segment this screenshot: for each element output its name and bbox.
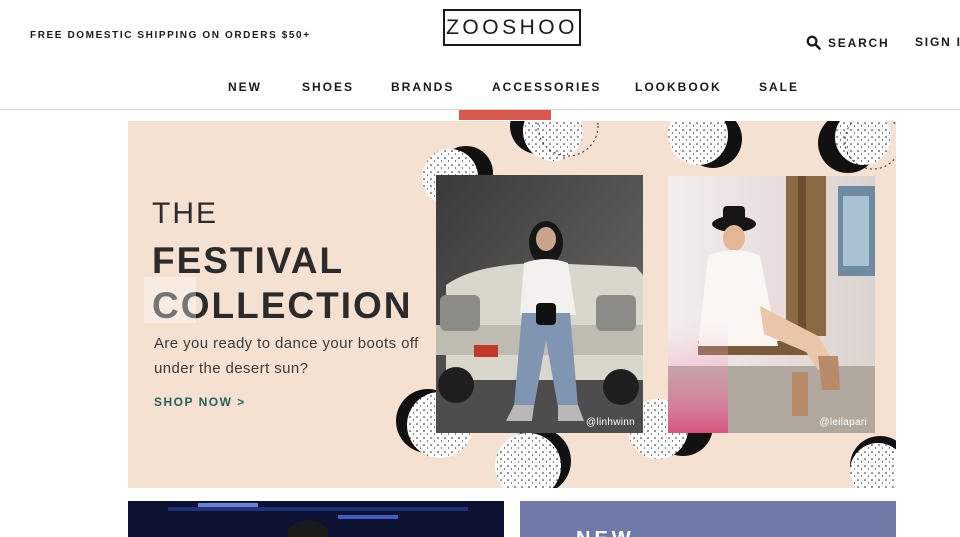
shop-now-link[interactable]: SHOP NOW > (154, 395, 246, 409)
carousel-prev-button[interactable] (144, 277, 196, 323)
nav-item-accessories[interactable]: ACCESSORIES (492, 80, 601, 94)
promo-tile-left[interactable] (128, 501, 504, 537)
promo-tile-heading: NEW (576, 528, 635, 537)
promo-tile-right[interactable]: NEW (520, 501, 896, 537)
nav-hover-indicator (459, 110, 551, 120)
photo-credit: @leilapari (819, 417, 867, 428)
site-logo[interactable]: ZOOSHOO (443, 9, 581, 46)
hero-title-small: THE (152, 197, 218, 230)
nav-item-brands[interactable]: BRANDS (391, 80, 454, 94)
promo-tile-image (128, 501, 504, 537)
sign-in-link[interactable]: SIGN I (915, 35, 960, 49)
hero-subtitle: Are you ready to dance your boots off un… (154, 335, 419, 377)
nav-item-sale[interactable]: SALE (759, 80, 799, 94)
site-header: FREE DOMESTIC SHIPPING ON ORDERS $50+ ZO… (0, 0, 960, 110)
hero-photo-porch[interactable]: @leilapari (668, 176, 875, 433)
search-icon (806, 35, 821, 50)
nav-item-lookbook[interactable]: LOOKBOOK (635, 80, 722, 94)
hero-photo-car[interactable]: @linhwinn (436, 175, 643, 433)
shipping-notice: FREE DOMESTIC SHIPPING ON ORDERS $50+ (30, 30, 311, 41)
hero-banner[interactable]: THE FESTIVAL COLLECTION Are you ready to… (128, 121, 896, 488)
nav-item-new[interactable]: NEW (228, 80, 262, 94)
main-nav: NEW SHOES BRANDS ACCESSORIES LOOKBOOK SA… (0, 80, 960, 98)
search-button[interactable]: SEARCH (806, 35, 889, 50)
photo-credit: @linhwinn (586, 417, 635, 428)
nav-item-shoes[interactable]: SHOES (302, 80, 354, 94)
search-label: SEARCH (828, 35, 890, 50)
photo-illustration (668, 176, 875, 433)
photo-illustration (436, 175, 643, 433)
